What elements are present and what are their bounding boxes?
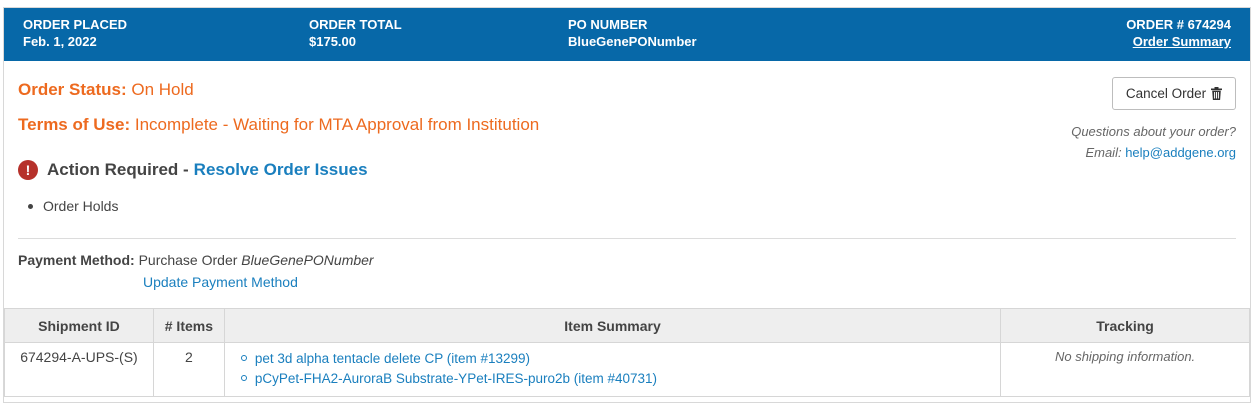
- exclamation-circle-icon: !: [18, 160, 38, 180]
- hold-item: Order Holds: [43, 198, 119, 214]
- action-required-title: Action Required -: [47, 160, 189, 179]
- trash-icon: [1211, 87, 1223, 100]
- item-summary-cell: pet 3d alpha tentacle delete CP (item #1…: [223, 342, 1002, 397]
- order-total-label: ORDER TOTAL: [309, 17, 402, 32]
- column-header-items: # Items: [152, 308, 225, 343]
- terms-value: Incomplete - Waiting for MTA Approval fr…: [134, 115, 540, 134]
- order-number-label: ORDER #: [1126, 17, 1184, 32]
- table-header-row: Shipment ID # Items Item Summary Trackin…: [4, 308, 1250, 343]
- order-header: ORDER PLACED Feb. 1, 2022 ORDER TOTAL $1…: [4, 8, 1250, 61]
- order-placed-value: Feb. 1, 2022: [23, 34, 97, 49]
- payment-method-label: Payment Method:: [18, 252, 135, 268]
- divider: [18, 238, 1236, 239]
- order-number-value: 674294: [1187, 17, 1231, 32]
- help-contact: Questions about your order? Email: help@…: [1071, 121, 1236, 163]
- order-status-value: On Hold: [131, 80, 194, 99]
- resolve-order-issues-link[interactable]: Resolve Order Issues: [194, 160, 368, 180]
- column-header-item-summary: Item Summary: [223, 308, 1002, 343]
- order-total-value: $175.00: [309, 34, 356, 49]
- order-placed: ORDER PLACED Feb. 1, 2022: [23, 16, 127, 50]
- terms-label: Terms of Use:: [18, 115, 131, 134]
- order-total: ORDER TOTAL $175.00: [309, 16, 402, 50]
- po-number-label: PO NUMBER: [568, 17, 648, 32]
- table-row: 674294-A-UPS-(S) 2 pet 3d alpha tentacle…: [4, 342, 1250, 397]
- holds-list: Order Holds: [28, 198, 118, 214]
- po-number: PO NUMBER BlueGenePONumber: [568, 16, 697, 50]
- list-item: pCyPet-FHA2-AuroraB Substrate-YPet-IRES-…: [240, 369, 1000, 389]
- help-question: Questions about your order?: [1071, 124, 1236, 139]
- order-placed-label: ORDER PLACED: [23, 17, 128, 32]
- item-count-cell: 2: [152, 342, 225, 397]
- help-email-label: Email:: [1085, 145, 1122, 160]
- item-link[interactable]: pet 3d alpha tentacle delete CP (item #1…: [255, 351, 530, 366]
- payment-method-value: Purchase Order: [138, 252, 238, 268]
- po-number-value: BlueGenePONumber: [568, 34, 697, 49]
- help-email-link[interactable]: help@addgene.org: [1125, 145, 1236, 160]
- order-number-line: ORDER # 674294: [1126, 16, 1231, 33]
- order-number: ORDER # 674294 Order Summary: [1126, 16, 1231, 50]
- terms-of-use: Terms of Use: Incomplete - Waiting for M…: [18, 115, 539, 135]
- update-payment-method-link[interactable]: Update Payment Method: [143, 274, 298, 290]
- order-summary-link[interactable]: Order Summary: [1133, 34, 1231, 49]
- payment-method: Payment Method: Purchase Order BlueGeneP…: [18, 252, 374, 268]
- cancel-order-label: Cancel Order: [1125, 86, 1207, 101]
- cancel-order-button[interactable]: Cancel Order: [1112, 77, 1236, 110]
- order-card: ORDER PLACED Feb. 1, 2022 ORDER TOTAL $1…: [3, 7, 1251, 403]
- list-item: pet 3d alpha tentacle delete CP (item #1…: [240, 349, 1000, 369]
- shipments-table: Shipment ID # Items Item Summary Trackin…: [4, 308, 1250, 397]
- action-required: ! Action Required - Resolve Order Issues: [18, 160, 368, 180]
- column-header-tracking: Tracking: [1000, 308, 1250, 343]
- tracking-cell: No shipping information.: [1000, 342, 1250, 397]
- help-email-line: Email: help@addgene.org: [1071, 142, 1236, 163]
- order-status: Order Status: On Hold: [18, 80, 194, 100]
- column-header-shipment-id: Shipment ID: [4, 308, 154, 343]
- bullet-icon: [240, 355, 247, 362]
- bullet-icon: [28, 203, 33, 209]
- shipment-id-cell: 674294-A-UPS-(S): [4, 342, 154, 397]
- payment-po-number: BlueGenePONumber: [241, 252, 374, 268]
- item-link[interactable]: pCyPet-FHA2-AuroraB Substrate-YPet-IRES-…: [255, 371, 657, 386]
- order-status-label: Order Status:: [18, 80, 127, 99]
- bullet-icon: [240, 375, 247, 382]
